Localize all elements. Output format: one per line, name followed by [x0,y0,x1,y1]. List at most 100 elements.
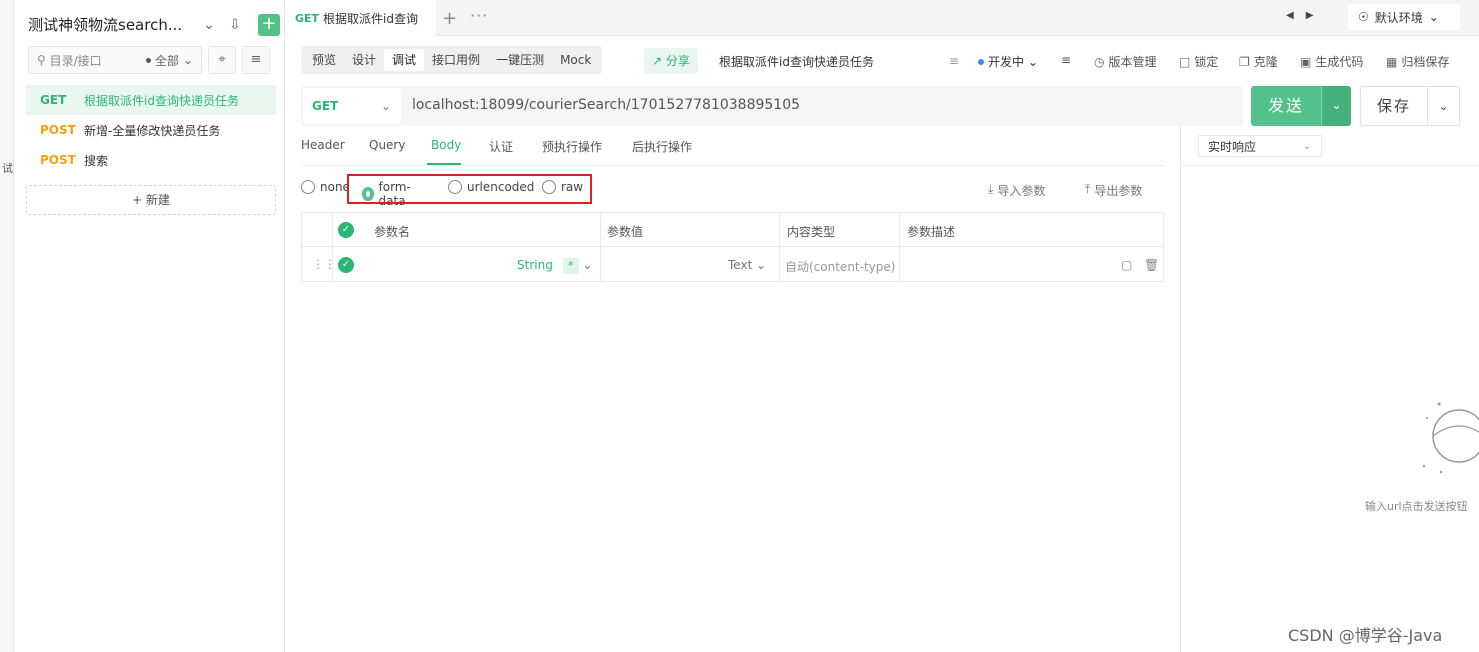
locate-icon[interactable]: ⌖ [208,46,236,74]
save-dropdown-button[interactable]: ⌄ [1428,86,1460,126]
row-checkbox[interactable]: ✓ [338,257,354,273]
tab-bar: GET 根据取派件id查询 + ··· ◀▶ ☉ 默认环境 ⌄ [286,0,1479,36]
header-param-name: 参数名 [374,225,411,239]
new-button[interactable]: + 新建 [26,185,276,215]
share-label: 分享 [665,54,690,68]
chevron-down-icon: ⌄ [1331,98,1342,112]
method-badge: POST [40,123,76,137]
url-input[interactable]: GET ⌄ localhost:18099/courierSearch/1701… [301,86,1243,126]
chevron-down-icon: ⌄ [1302,140,1311,152]
copy-icon: ❐ [1239,54,1250,69]
url-value: localhost:18099/courierSearch/1701527781… [412,97,801,113]
select-all-checkbox[interactable]: ✓ [338,222,354,238]
export-label: 导出参数 [1094,184,1143,198]
tab-header[interactable]: Header [301,138,345,152]
codegen-button[interactable]: ▣ 生成代码 [1300,53,1363,70]
status-dropdown[interactable]: 开发中 ⌄ [978,53,1038,70]
share-icon: ↗ [652,54,663,68]
content-type-input[interactable]: 自动(content-type) [785,258,895,275]
mode-design[interactable]: 设计 [344,49,384,71]
tab-post-script[interactable]: 后执行操作 [632,138,692,155]
mode-mock[interactable]: Mock [552,49,599,71]
share-button[interactable]: ↗ 分享 [644,48,698,74]
radio-label: none [320,180,350,194]
sidebar-item-api[interactable]: POST 新增-全量修改快递员任务 [26,115,276,145]
request-subtabs: Header Query Body 认证 预执行操作 后执行操作 [301,132,1164,166]
mode-switcher: 预览 设计 调试 接口用例 一键压测 Mock [301,46,603,74]
divider [1181,165,1479,166]
column-divider [899,213,900,281]
chevron-down-icon: ⌄ [1438,99,1449,113]
column-divider [779,213,780,281]
archive-button[interactable]: ▦ 归档保存 [1386,53,1449,70]
mode-preview[interactable]: 预览 [304,49,344,71]
mode-stress[interactable]: 一键压测 [488,49,552,71]
tab-auth[interactable]: 认证 [489,138,513,155]
tab-body[interactable]: Body [431,138,461,152]
method-badge: GET [40,93,67,107]
chevron-down-icon[interactable]: ⌄ [198,14,220,36]
api-name: 搜索 [84,153,109,168]
eye-icon: ☉ [1358,10,1369,24]
header-param-desc: 参数描述 [907,225,956,239]
more-icon[interactable]: ··· [470,6,488,25]
annotation-highlight-box [347,174,592,204]
import-icon[interactable]: ⇩ [224,14,246,36]
upload-icon: ⤒ [1085,182,1091,196]
lock-button[interactable]: □ 锁定 [1179,53,1218,70]
cube-icon[interactable]: ▢ [1121,258,1132,272]
value-type-select[interactable]: Text ⌄ [728,258,766,272]
search-input[interactable]: ⚲ 目录/接口 全部 ⌄ [28,46,202,74]
required-toggle[interactable]: * [562,258,579,274]
environment-select[interactable]: ☉ 默认环境 ⌄ [1348,4,1460,30]
add-button[interactable]: + [258,14,280,36]
drag-handle-icon[interactable]: ⋮⋮ [312,257,336,271]
add-tab-button[interactable]: + [442,8,457,29]
param-type-select[interactable]: String * ⌄ [517,258,593,274]
params-table: ✓ 参数名 参数值 内容类型 参数描述 ⋮⋮ ✓ String * ⌄ Text… [301,212,1164,282]
active-tab-indicator [427,163,461,165]
chevron-down-icon: ⌄ [756,258,767,272]
export-params-button[interactable]: ⤒ 导出参数 [1085,182,1142,199]
search-placeholder: 目录/接口 [49,53,102,68]
collapse-icon[interactable]: ≡ [242,46,270,74]
lock-label: 锁定 [1194,55,1219,69]
version-button[interactable]: ◷ 版本管理 [1094,53,1157,70]
send-dropdown-button[interactable]: ⌄ [1321,86,1351,126]
toolbar: 预览 设计 调试 接口用例 一键压测 Mock ↗ 分享 根据取派件id查询快递… [286,36,1479,86]
sidebar-item-api[interactable]: POST 搜索 [26,145,276,175]
code-icon: ▣ [1300,54,1312,69]
project-title[interactable]: 测试神领物流search... [28,14,182,35]
sidebar-item-api[interactable]: GET 根据取派件id查询快递员任务 [26,85,276,115]
import-label: 导入参数 [997,184,1046,198]
value-type-label: Text [728,258,753,272]
import-params-button[interactable]: ⤓ 导入参数 [988,182,1045,199]
planet-icon [1422,402,1479,474]
empty-hint: 输入url点击发送按钮 [1365,500,1468,513]
download-icon: ⤓ [988,182,994,196]
edit-icon: ≡ [948,54,959,68]
left-edge-strip: 试 [0,0,14,652]
tab-nav-arrows[interactable]: ◀▶ [1286,10,1325,21]
method-select[interactable]: GET ⌄ [303,88,401,124]
response-mode-select[interactable]: 实时响应 ⌄ [1198,135,1322,157]
filter-dropdown[interactable]: 全部 ⌄ [145,52,193,69]
list-icon[interactable]: ≡ [1061,53,1071,67]
watermark: CSDN @博学谷-Java [1288,626,1443,645]
radio-none[interactable]: none [301,180,350,194]
tab-query[interactable]: Query [369,138,405,152]
chevron-down-icon: ⌄ [1428,10,1439,24]
tab-pre-script[interactable]: 预执行操作 [542,138,602,155]
delete-icon[interactable]: 🗑 [1144,258,1159,272]
tab-active[interactable]: GET 根据取派件id查询 [286,0,436,36]
status-dot-icon [978,58,984,65]
send-button[interactable]: 发送 [1251,86,1321,126]
api-name-field[interactable]: 根据取派件id查询快递员任务 ≡ [710,48,966,74]
tab-title: 根据取派件id查询 [323,11,418,26]
mode-debug[interactable]: 调试 [384,49,425,71]
clone-button[interactable]: ❐ 克隆 [1239,53,1278,70]
api-name-value: 根据取派件id查询快递员任务 [719,54,874,69]
save-button[interactable]: 保存 [1360,86,1428,126]
mode-cases[interactable]: 接口用例 [424,49,488,71]
chevron-down-icon: ⌄ [1028,54,1039,69]
